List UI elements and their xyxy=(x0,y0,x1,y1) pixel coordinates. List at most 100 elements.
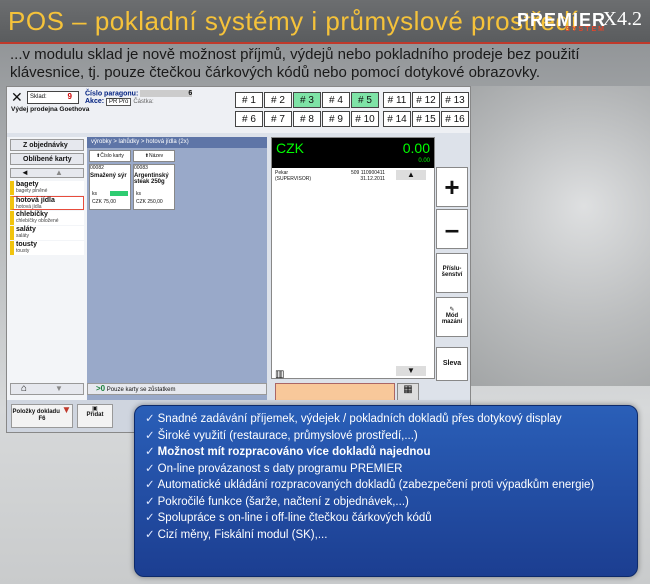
brand-logo: PREMIER SYSTEM xyxy=(517,10,606,33)
up-arrow-icon[interactable]: ▲ xyxy=(55,168,63,177)
sort-by-code-button[interactable]: ⬆Číslo karty xyxy=(89,150,131,162)
add-label: Přidat xyxy=(86,412,104,418)
scroll-up-icon[interactable]: ▲ xyxy=(396,170,426,180)
doc-date: 31.12.2011 xyxy=(360,176,385,182)
feature-item: ✓ Spolupráce s on-line i off-line čtečkou… xyxy=(145,511,629,526)
product-name: Argentinský steak 250g xyxy=(134,173,169,185)
product-price: CZK 250,00 xyxy=(136,199,163,205)
shortcut-label: F6 xyxy=(38,416,46,422)
numkey-15[interactable]: # 15 xyxy=(412,111,440,127)
delete-mode-button[interactable]: ✎ Mód mazání xyxy=(436,297,468,337)
favorite-cards-button[interactable]: Oblíbené karty xyxy=(10,153,84,165)
pos-app-window: ✕ Sklad: 9 Výdej prodejna Goethova Číslo… xyxy=(6,86,471,433)
sort-code-label: Číslo karty xyxy=(100,153,124,159)
feature-text: Cizí měny, Fiskální modul (SK),... xyxy=(157,528,328,541)
feature-item: ✓ Široké využití (restaurace, průmyslové … xyxy=(145,429,629,444)
numkey-8[interactable]: # 8 xyxy=(293,111,321,127)
category-sub: tousty xyxy=(16,248,30,254)
category-sub: hotová jídla xyxy=(16,204,42,210)
numkey-7[interactable]: # 7 xyxy=(264,111,292,127)
calculator-icon[interactable]: ▦ xyxy=(397,383,419,401)
product-code: 00082 xyxy=(90,165,104,171)
features-list: ✓ Snadné zadávání příjemek, výdejek / pok… xyxy=(135,406,637,542)
sort-name-label: Název xyxy=(149,153,164,159)
barcode-input[interactable] xyxy=(275,383,395,401)
numkey-1[interactable]: # 1 xyxy=(235,92,263,108)
numkey-2[interactable]: # 2 xyxy=(264,92,292,108)
feature-item: ✓ Pokročilé funkce (šarže, načtení z obje… xyxy=(145,495,629,510)
home-icon[interactable]: ⌂ xyxy=(21,383,27,394)
minus-button[interactable]: – xyxy=(436,209,468,249)
numkey-5[interactable]: # 5 xyxy=(351,92,379,108)
category-name: saláty xyxy=(16,226,36,233)
brand-sub: SYSTEM xyxy=(565,26,606,33)
category-item[interactable]: bagety bagety plněné xyxy=(10,181,84,195)
document-items-button[interactable]: Položky dokladu ▼ F6 xyxy=(11,404,73,428)
check-icon: ✓ xyxy=(145,528,155,541)
check-icon: ✓ xyxy=(145,446,155,458)
numkey-12[interactable]: # 12 xyxy=(412,92,440,108)
paragon-label: Číslo paragonu: xyxy=(85,90,139,98)
features-box: ✓ Snadné zadávání příjemek, výdejek / pok… xyxy=(134,405,638,577)
vydej-label: Výdej prodejna Goethova xyxy=(11,106,90,113)
product-card[interactable]: 00083 Argentinský steak 250g ks CZK 250,… xyxy=(133,164,175,210)
numkey-16[interactable]: # 16 xyxy=(441,111,469,127)
accessories-button[interactable]: Přís­lu­šenství xyxy=(436,253,468,293)
close-icon[interactable]: ✕ xyxy=(11,90,24,104)
receipt-line[interactable]: Pekar (SUPERVISOR) 509 110900411 31.12.2… xyxy=(275,170,385,182)
product-price: CZK 75,00 xyxy=(92,199,116,205)
check-icon: ✓ xyxy=(145,495,155,508)
akce-select[interactable]: PR Pro xyxy=(106,98,132,107)
feature-text: Automatické ukládání rozpracovaných dokl… xyxy=(157,479,595,491)
total-display: CZK 0.00 0.00 xyxy=(272,138,434,168)
numkey-6[interactable]: # 6 xyxy=(235,111,263,127)
category-sub: saláty xyxy=(16,233,30,239)
feature-text: Široké využití (restaurace, průmyslové p… xyxy=(157,429,418,442)
category-item[interactable]: hotová jídla hotová jídla xyxy=(10,196,84,210)
version-label: X4.2 xyxy=(602,8,642,30)
add-button[interactable]: ▣ Přidat xyxy=(77,404,113,428)
category-item[interactable]: saláty saláty xyxy=(10,226,84,240)
feature-item: ✓ Snadné zadávání příjemek, výdejek / pok… xyxy=(145,412,629,427)
numkey-3[interactable]: # 3 xyxy=(293,92,321,108)
plus-button[interactable]: + xyxy=(436,167,468,207)
numkey-4[interactable]: # 4 xyxy=(322,92,350,108)
check-icon: ✓ xyxy=(145,479,155,491)
numkey-13[interactable]: # 13 xyxy=(441,92,469,108)
category-name: bagety xyxy=(16,181,39,188)
castka-label: Částka: xyxy=(133,99,154,106)
paragon-value[interactable]: 6 xyxy=(140,90,193,97)
discount-button[interactable]: Sleva xyxy=(436,347,468,381)
category-footer: ⌂ ▼ xyxy=(10,383,84,395)
numkey-10[interactable]: # 10 xyxy=(351,111,379,127)
category-sub: chlebíčky obložené xyxy=(16,218,59,224)
feature-text: On-line provázanost s daty programu PREM… xyxy=(157,462,403,475)
feature-item: ✓ Automatické ukládání rozpracovaných dok… xyxy=(145,478,629,493)
category-sub: bagety plněné xyxy=(16,188,48,194)
product-card[interactable]: 00082 Smažený sýr ks CZK 75,00 xyxy=(89,164,131,210)
header-bar: POS – pokladní systémy i průmyslové pros… xyxy=(0,0,650,42)
currency-label: CZK xyxy=(276,140,304,156)
stock-filter-toggle[interactable]: >0 Pouze karty se zůstatkem xyxy=(87,383,267,395)
scroll-down-icon[interactable]: ▼ xyxy=(396,366,426,376)
sklad-label: Sklad: xyxy=(30,94,47,100)
app-topbar: ✕ Sklad: 9 Výdej prodejna Goethova Číslo… xyxy=(7,87,470,133)
feature-item: ✓ On-line provázanost s daty programu PRE… xyxy=(145,462,629,477)
product-code: 00083 xyxy=(134,165,148,171)
numkey-9[interactable]: # 9 xyxy=(322,111,350,127)
from-order-button[interactable]: Z objednávky xyxy=(10,139,84,151)
barcode-icon: ▥ xyxy=(275,369,285,380)
sort-by-name-button[interactable]: ⬆Název xyxy=(133,150,175,162)
numkey-14[interactable]: # 14 xyxy=(383,111,411,127)
numkey-11[interactable]: # 11 xyxy=(383,92,411,108)
category-item[interactable]: chlebíčky chlebíčky obložené xyxy=(10,211,84,225)
category-nav: ◄ ▲ xyxy=(10,168,84,178)
category-name: chlebíčky xyxy=(16,211,48,218)
check-icon: ✓ xyxy=(145,413,155,425)
paragon-group: Číslo paragonu: 6 Akce: PR Pro Částka: xyxy=(85,90,230,107)
operations-panel: + – Přís­lu­šenství ✎ Mód mazání Sleva xyxy=(436,137,470,432)
category-item[interactable]: tousty tousty xyxy=(10,241,84,255)
left-arrow-icon[interactable]: ◄ xyxy=(21,168,29,177)
down-arrow-icon[interactable]: ▼ xyxy=(55,384,63,393)
sklad-field[interactable]: Sklad: 9 xyxy=(27,91,79,104)
